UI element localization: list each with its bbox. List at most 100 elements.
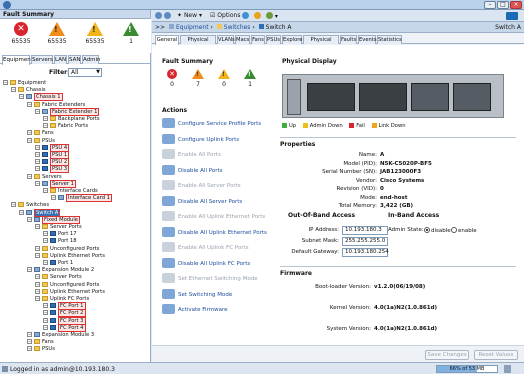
tree-node[interactable]: − Server 1 — [35, 179, 76, 188]
expand-toggle-icon[interactable]: − — [35, 252, 40, 258]
back-button[interactable] — [155, 12, 162, 20]
action-link[interactable]: Disable All Uplink Ethernet Ports — [162, 226, 267, 239]
new-button[interactable]: ✦ New ▾ — [177, 12, 202, 20]
fault-minor[interactable]: ! 0 — [214, 69, 234, 88]
expand-toggle-icon[interactable]: − — [43, 317, 48, 323]
tree-node[interactable]: − Chassis 1 — [19, 93, 63, 102]
garbage-collect-icon[interactable] — [504, 365, 511, 373]
tab-admin[interactable]: Admin — [82, 55, 101, 64]
expand-toggle-icon[interactable]: − — [27, 130, 32, 136]
tree-node[interactable]: − Server Ports — [35, 274, 82, 281]
expand-toggle-icon[interactable]: − — [35, 159, 40, 165]
expand-toggle-icon[interactable]: − — [27, 137, 32, 143]
tab-statistics[interactable]: Statistics — [377, 35, 402, 44]
expand-toggle-icon[interactable]: − — [35, 108, 40, 114]
tree-node[interactable]: − Backplane Ports — [43, 116, 100, 123]
tab-physical-display[interactable]: Physical Display — [303, 35, 339, 51]
expand-toggle-icon[interactable]: − — [35, 224, 40, 229]
maximize-button[interactable]: □ — [497, 1, 509, 9]
action-link[interactable]: Configure Service Profile Ports — [162, 118, 261, 130]
reset-values-button[interactable]: Reset Values — [474, 350, 518, 360]
tab-fans[interactable]: Fans — [251, 35, 265, 44]
tab-servers[interactable]: Servers — [31, 55, 53, 64]
action-link[interactable]: Disable All Ports — [162, 164, 223, 177]
expand-toggle-icon[interactable]: − — [43, 123, 48, 129]
tab-macs[interactable]: Macs — [235, 35, 250, 44]
breadcrumb-equipment[interactable]: Equipment — [176, 24, 209, 31]
expand-toggle-icon[interactable]: − — [35, 281, 40, 287]
tab-faults[interactable]: Faults — [340, 35, 357, 44]
tree-node[interactable]: − Equipment — [3, 80, 46, 87]
expand-toggle-icon[interactable]: − — [27, 173, 32, 179]
tab-equipment[interactable]: Equipment — [2, 55, 33, 65]
tree-node[interactable]: − Fabric Ports — [43, 123, 88, 130]
tab-events[interactable]: Events — [358, 35, 377, 44]
expand-toggle-icon[interactable]: − — [27, 216, 32, 222]
action-link[interactable]: Configure Uplink Ports — [162, 133, 239, 146]
expand-toggle-icon[interactable]: − — [43, 116, 48, 121]
tab-vlans[interactable]: VLANs — [217, 35, 235, 44]
expand-toggle-icon[interactable]: − — [35, 152, 40, 157]
switch-physical-display[interactable] — [282, 74, 504, 118]
admin-state-disable[interactable]: disable — [424, 227, 451, 234]
action-link[interactable]: Activate Firmware — [162, 304, 228, 316]
forward-button[interactable] — [164, 12, 171, 20]
minimize-button[interactable]: – — [484, 1, 496, 9]
expand-toggle-icon[interactable]: − — [19, 94, 24, 100]
tree-node[interactable]: − Unconfigured Ports — [35, 245, 99, 253]
help-button[interactable] — [242, 12, 249, 20]
tree-node[interactable]: − Uplink Ethernet Ports — [35, 252, 105, 260]
tab-lan[interactable]: LAN — [54, 55, 67, 64]
tab-general[interactable]: General — [155, 35, 179, 45]
expand-toggle-icon[interactable]: − — [43, 188, 48, 193]
oob-input[interactable]: 255.255.255.0 — [342, 237, 388, 246]
expand-toggle-icon[interactable]: − — [11, 202, 16, 208]
expand-toggle-icon[interactable]: − — [43, 238, 48, 244]
expand-toggle-icon[interactable]: − — [35, 166, 40, 172]
admin-state-enable[interactable]: enable — [451, 227, 477, 234]
expand-toggle-icon[interactable]: − — [43, 260, 48, 265]
tree-node[interactable]: − Port 1 — [43, 260, 73, 267]
tree-node[interactable]: − Port 17 — [43, 231, 77, 238]
fault-major[interactable]: ! 7 — [188, 69, 208, 88]
action-link[interactable]: Disable All Uplink FC Ports — [162, 257, 250, 270]
expand-toggle-icon[interactable]: − — [43, 231, 48, 237]
expand-toggle-icon[interactable]: − — [51, 195, 56, 201]
expand-toggle-icon[interactable]: − — [19, 209, 24, 215]
expand-toggle-icon[interactable]: − — [27, 267, 32, 273]
tree-node[interactable]: − Port 18 — [43, 238, 77, 245]
filter-select[interactable]: All ▼ — [68, 68, 102, 77]
expand-toggle-icon[interactable]: − — [35, 245, 40, 251]
major-fault-item[interactable]: ! 65535 — [40, 22, 74, 45]
tree-node[interactable]: − PSU 3 — [35, 165, 70, 174]
tree-node[interactable]: − Interface Card 1 — [51, 194, 112, 203]
tree-node[interactable]: − Expansion Module 3 — [27, 332, 94, 339]
expand-toggle-icon[interactable]: − — [35, 144, 40, 150]
action-link[interactable]: Disable All Server Ports — [162, 195, 242, 208]
info-button[interactable] — [254, 12, 261, 20]
expand-toggle-icon[interactable]: − — [35, 296, 40, 301]
tab-explore[interactable]: Explore — [282, 35, 302, 44]
tab-psus[interactable]: PSUs — [266, 35, 281, 44]
tab-san[interactable]: SAN — [68, 55, 81, 64]
tree-node[interactable]: − PSUs — [27, 346, 55, 353]
tree-node[interactable]: − Uplink Ethernet Ports — [35, 288, 105, 296]
oob-input[interactable]: 10.193.180.3 — [342, 226, 388, 235]
expand-toggle-icon[interactable]: − — [35, 180, 40, 186]
fault-info[interactable]: ! 1 — [240, 69, 260, 88]
tree-node[interactable]: − Fans — [27, 339, 54, 346]
close-button[interactable]: × — [510, 1, 522, 9]
expand-toggle-icon[interactable]: − — [35, 288, 40, 294]
tree-node[interactable]: − Server Ports — [35, 224, 82, 231]
tree-node[interactable]: − Fans — [27, 130, 54, 137]
fault-critical[interactable]: ✕ 0 — [162, 69, 182, 88]
expand-toggle-icon[interactable]: − — [27, 346, 32, 352]
expand-toggle-icon[interactable]: − — [43, 303, 48, 309]
expand-toggle-icon[interactable]: − — [11, 87, 16, 93]
expand-toggle-icon[interactable]: − — [27, 339, 32, 345]
tree-node[interactable]: − Fabric Extender 1 — [35, 107, 100, 116]
tree-node[interactable]: − Fixed Module — [27, 215, 80, 224]
tree-node[interactable]: − Expansion Module 2 — [27, 267, 94, 274]
info-fault-item[interactable]: ! 1 — [114, 22, 148, 45]
minor-fault-item[interactable]: ! 65535 — [78, 22, 112, 45]
